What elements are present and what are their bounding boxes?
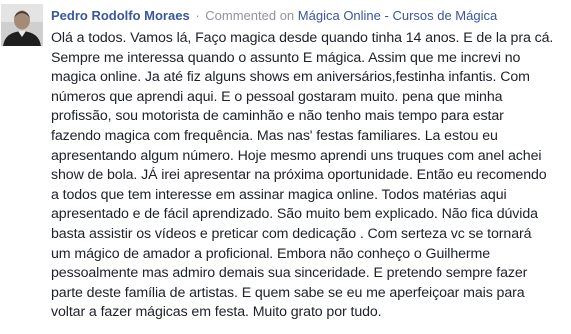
comment-line: um mágico de amador a proficional. Embor…	[51, 245, 491, 262]
comment-line: magica online. Ja até fiz alguns shows e…	[51, 69, 530, 86]
user-profile-photo-icon	[1, 4, 43, 46]
avatar[interactable]	[1, 4, 43, 46]
comment-line: apresentando algum número. Hoje mesmo ap…	[51, 147, 542, 164]
comment-line: números que aprendi aqui. E o pessoal go…	[51, 88, 503, 105]
comment-line: Olá a todos. Vamos lá, Faço magica desde…	[51, 30, 554, 46]
commented-on-label: Commented on	[205, 8, 295, 23]
comment-line: a todos que tem interesse em assinar mag…	[51, 186, 507, 203]
comment-line: show de bola. JÁ irei apresentar na próx…	[51, 167, 547, 184]
comment-line: basta assistir os vídeos e preticar com …	[51, 225, 532, 242]
comment-header: Pedro Rodolfo Moraes · Commented on Mági…	[51, 6, 569, 26]
comment-line: fazendo magica com frequência. Mas nas' …	[51, 127, 498, 144]
page-link[interactable]: Mágica Online - Cursos de Mágica	[298, 8, 497, 23]
comment-line: parte deste família de artistas. E quem …	[51, 284, 525, 301]
comment-line: pessoalmente mas admiro demais sua since…	[51, 265, 528, 282]
author-name[interactable]: Pedro Rodolfo Moraes	[51, 8, 190, 23]
comment-line: apresentado e de fácil aprendizado. São …	[51, 206, 538, 223]
comment-line: profissão, sou motorista de caminhão e n…	[51, 108, 504, 125]
comment-line: Sempre me interessa quando o assunto E m…	[51, 49, 521, 66]
comment-content: Pedro Rodolfo Moraes · Commented on Mági…	[51, 6, 569, 323]
comment-text: Olá a todos. Vamos lá, Faço magica desde…	[51, 29, 569, 323]
comment-line: voltar a fazer mágicas em festa. Muito g…	[51, 304, 382, 321]
separator-dot: ·	[195, 8, 200, 23]
comment: Pedro Rodolfo Moraes · Commented on Mági…	[0, 0, 571, 334]
